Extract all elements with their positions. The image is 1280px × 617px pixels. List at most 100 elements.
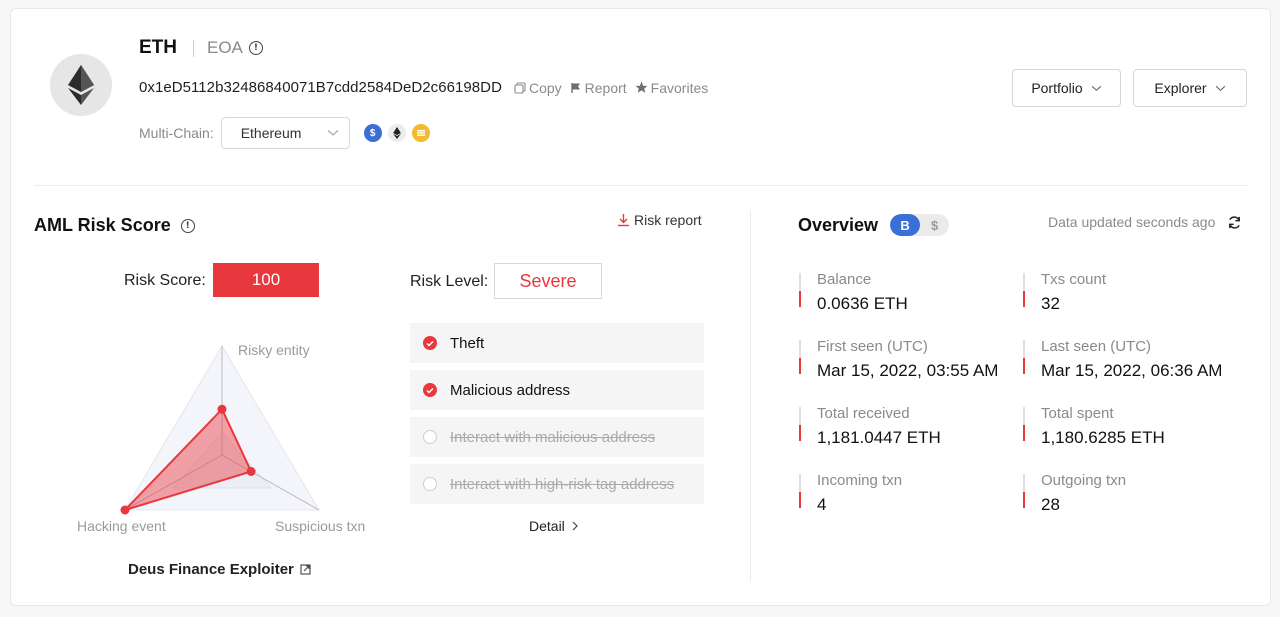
chain-select[interactable]: Ethereum: [220, 117, 350, 149]
stat-label: Total received: [817, 405, 910, 422]
portfolio-label: Portfolio: [1031, 80, 1083, 96]
risk-score-value: 100: [213, 263, 319, 297]
empty-circle-icon: [423, 430, 437, 444]
flag-icon: [570, 82, 580, 93]
stat-label: Txs count: [1041, 271, 1107, 288]
risk-item-label: Malicious address: [450, 381, 571, 399]
risk-item-malicious-address[interactable]: Malicious address: [410, 370, 704, 410]
data-updated: Data updated seconds ago: [1048, 214, 1242, 230]
stat-bar: [799, 340, 801, 374]
copy-button[interactable]: Copy: [514, 80, 562, 96]
risk-item-interact-malicious[interactable]: Interact with malicious address: [410, 417, 704, 457]
address-row: 0x1eD5112b32486840071B7cdd2584DeD2c66198…: [139, 79, 708, 96]
favorites-label: Favorites: [650, 79, 709, 96]
data-updated-label: Data updated seconds ago: [1048, 214, 1216, 230]
usd-toggle-option[interactable]: $: [920, 218, 949, 233]
stat-value: 4: [817, 495, 827, 514]
risk-score-label: Risk Score:: [124, 272, 206, 289]
stat-label: Outgoing txn: [1041, 472, 1127, 489]
stat-value: 32: [1041, 294, 1060, 313]
external-link-icon: [300, 564, 311, 575]
radar-label-risky-entity: Risky entity: [238, 342, 310, 358]
stat-bar: [1023, 340, 1025, 374]
refresh-icon[interactable]: [1227, 215, 1242, 230]
aml-section-title: AML Risk Score !: [34, 215, 195, 236]
portfolio-dropdown[interactable]: Portfolio: [1012, 69, 1121, 107]
explorer-dropdown[interactable]: Explorer: [1133, 69, 1247, 107]
copy-icon: [514, 81, 526, 94]
risk-item-label: Theft: [450, 334, 485, 352]
detail-link[interactable]: Detail: [529, 518, 578, 534]
aml-title: AML Risk Score: [34, 215, 171, 235]
star-icon: [635, 81, 648, 93]
risk-report-link[interactable]: Risk report: [617, 212, 702, 228]
chevron-down-icon: [1215, 85, 1225, 91]
column-divider: [750, 210, 751, 582]
risk-item-interact-high-risk[interactable]: Interact with high-risk tag address: [410, 464, 704, 504]
usdc-chain-icon[interactable]: $: [363, 124, 382, 142]
wallet-address: 0x1eD5112b32486840071B7cdd2584DeD2c66198…: [139, 79, 502, 96]
check-icon: [423, 336, 437, 350]
chain-select-value: Ethereum: [240, 125, 302, 141]
multichain-label: Multi-Chain:: [139, 125, 214, 141]
eth-chain-icon[interactable]: [387, 124, 406, 142]
info-icon[interactable]: !: [248, 41, 263, 55]
stat-bar: [1023, 407, 1025, 441]
overview-section-title: Overview B $: [798, 214, 950, 236]
download-icon: [618, 214, 629, 227]
favorites-button[interactable]: Favorites: [635, 79, 709, 96]
stat-bar: [1023, 474, 1025, 508]
stat-label: Last seen (UTC): [1041, 338, 1152, 355]
stat-value: 0.0636 ETH: [817, 294, 908, 313]
stat-label: Incoming txn: [817, 472, 903, 489]
copy-label: Copy: [528, 79, 562, 96]
stat-label: First seen (UTC): [817, 338, 928, 355]
stat-value: 1,180.6285 ETH: [1041, 428, 1165, 447]
check-icon: [423, 383, 437, 397]
risk-radar-chart: [120, 345, 320, 515]
bnb-chain-icon[interactable]: [411, 124, 430, 142]
token-symbol: ETH: [139, 37, 177, 58]
account-type: EOA: [207, 38, 243, 57]
risk-item-label: Interact with high-risk tag address: [450, 475, 675, 493]
chevron-down-icon: [1091, 85, 1101, 91]
eth-logo-icon: [50, 54, 112, 116]
section-divider: [34, 185, 1247, 186]
divider: [193, 39, 194, 57]
chevron-down-icon: [327, 130, 339, 136]
radar-label-hacking-event: Hacking event: [77, 518, 166, 534]
report-button[interactable]: Report: [570, 80, 627, 96]
entity-link[interactable]: Deus Finance Exploiter: [128, 561, 311, 578]
risk-level-label: Risk Level:: [410, 273, 489, 290]
stat-bar: [799, 407, 801, 441]
detail-label: Detail: [529, 518, 565, 534]
empty-circle-icon: [423, 477, 437, 491]
radar-point-hacking-event: [120, 505, 130, 515]
stat-bar: [799, 474, 801, 508]
stat-value: Mar 15, 2022, 06:36 AM: [1041, 361, 1223, 380]
stat-bar: [1023, 273, 1025, 307]
radar-point-risky-entity: [217, 404, 227, 414]
overview-title: Overview: [798, 214, 879, 235]
stat-value: Mar 15, 2022, 03:55 AM: [817, 361, 999, 380]
stat-label: Balance: [817, 271, 872, 288]
btc-toggle-option[interactable]: B: [890, 214, 921, 236]
token-header: ETH EOA !: [139, 37, 263, 59]
risk-item-theft[interactable]: Theft: [410, 323, 704, 363]
risk-item-label: Interact with malicious address: [450, 428, 656, 446]
stat-value: 28: [1041, 495, 1060, 514]
stat-label: Total spent: [1041, 405, 1114, 422]
stat-bar: [799, 273, 801, 307]
multichain-row: Multi-Chain: Ethereum $: [139, 117, 430, 149]
entity-label: Deus Finance Exploiter: [128, 561, 294, 578]
currency-toggle[interactable]: B $: [890, 214, 950, 236]
report-label: Report: [584, 79, 627, 96]
explorer-label: Explorer: [1154, 80, 1207, 96]
info-icon[interactable]: !: [180, 218, 195, 233]
risk-level-value: Severe: [494, 263, 602, 299]
risk-report-label: Risk report: [634, 212, 702, 228]
radar-label-suspicious-txn: Suspicious txn: [275, 518, 366, 534]
radar-point-suspicious-txn: [246, 467, 256, 476]
chevron-right-icon: [572, 521, 578, 531]
stat-value: 1,181.0447 ETH: [817, 428, 941, 447]
